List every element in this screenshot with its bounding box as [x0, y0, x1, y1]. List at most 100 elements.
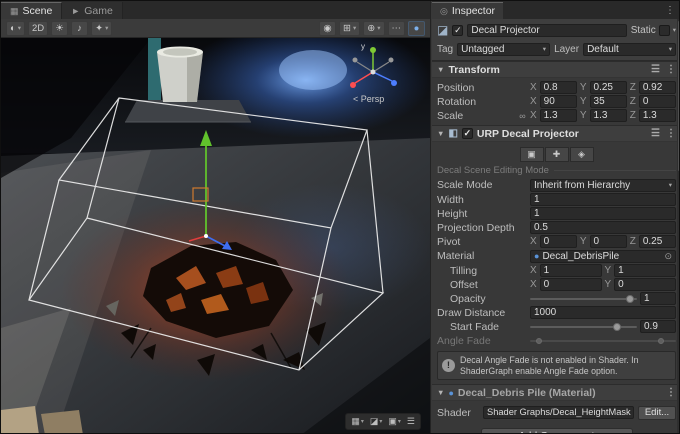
pivot-row: Pivot X 0 Y 0 Z 0.25	[437, 235, 676, 248]
transform-header[interactable]: ▼ Transform ☰ ⋮	[432, 61, 680, 78]
inspector-tabstrip: ◎ Inspector ⋮	[432, 1, 680, 19]
inspector-menu-icon[interactable]: ⋮	[659, 5, 680, 16]
chevron-down-icon: ▾	[673, 26, 676, 34]
presets-icon[interactable]: ☰	[651, 128, 660, 139]
static-label: Static	[631, 25, 656, 36]
offset-x-field[interactable]: 0	[540, 278, 602, 291]
slider-handle[interactable]	[613, 323, 621, 331]
material-section-header[interactable]: ▼ ● Decal_Debris Pile (Material) ⋮	[432, 384, 680, 401]
draw-distance-row: Draw Distance 1000	[437, 306, 676, 319]
chevron-down-icon: ▾	[543, 44, 546, 55]
draw-distance-field[interactable]: 1000	[530, 306, 676, 319]
slider-handle[interactable]	[626, 295, 634, 303]
material-object-field[interactable]: ● Decal_DebrisPile ⊙	[530, 250, 676, 263]
grid-settings-dropdown[interactable]: ⊞ ▾	[339, 21, 360, 36]
scene-overlay-button[interactable]: ●	[408, 21, 425, 36]
edit-scale-button[interactable]: ▣	[520, 147, 544, 162]
edit-mode-buttons: ▣ ✚ ◈	[437, 146, 676, 162]
decal-projector-header[interactable]: ▼ ◧ ✓ URP Decal Projector ☰ ⋮	[432, 125, 680, 142]
overlay-camera-dropdown[interactable]: ▣ ▾	[388, 416, 401, 427]
static-checkbox[interactable]	[659, 25, 670, 36]
shader-edit-button[interactable]: Edit...	[638, 406, 676, 420]
shader-value: Shader Graphs/Decal_HeightMask	[487, 407, 631, 418]
pivot-label: Pivot	[437, 236, 527, 248]
scale-mode-row: Scale Mode Inherit from Hierarchy ▾	[437, 178, 676, 192]
tag-value: Untagged	[461, 44, 504, 55]
scene-lighting-toggle[interactable]: ☀	[51, 21, 68, 36]
offset-y-field[interactable]: 0	[614, 278, 676, 291]
start-fade-field[interactable]: 0.9	[640, 320, 676, 333]
material-value: Decal_DebrisPile	[542, 251, 619, 262]
scene-effects-dropdown[interactable]: ✦ ▾	[91, 21, 112, 36]
overlay-menu-button[interactable]: ☰	[407, 416, 415, 427]
pivot-z-field[interactable]: 0.25	[639, 235, 676, 248]
chevron-down-icon: ▾	[105, 24, 108, 32]
component-enabled-checkbox[interactable]: ✓	[462, 128, 473, 139]
scene-audio-toggle[interactable]: ♪	[71, 21, 88, 36]
overlay-debug-dropdown[interactable]: ◪ ▾	[370, 416, 383, 427]
scene-viewport[interactable]: y < Persp ▦ ▾ ◪ ▾ ▣	[1, 38, 430, 434]
gizmos-dropdown[interactable]: ⊕ ▾	[363, 21, 384, 36]
scene-more-button[interactable]: ⋯	[388, 21, 406, 36]
width-field[interactable]: 1	[530, 193, 676, 206]
overlay-shading-dropdown[interactable]: ▦ ▾	[351, 416, 364, 427]
position-z-field[interactable]: 0.92	[639, 81, 676, 94]
layer-value: Default	[587, 44, 619, 55]
link-scale-icon[interactable]: ∞	[518, 111, 527, 121]
height-field[interactable]: 1	[530, 207, 676, 220]
tilling-y-field[interactable]: 1	[614, 264, 676, 277]
pivot-x-field[interactable]: 0	[540, 235, 577, 248]
start-fade-slider[interactable]	[530, 321, 637, 333]
position-y-field[interactable]: 0.25	[590, 81, 627, 94]
foldout-icon[interactable]: ▼	[437, 65, 444, 74]
draw-mode-dropdown[interactable]: ◐ ▾	[6, 21, 25, 36]
projection-depth-field[interactable]: 0.5	[530, 221, 676, 234]
opacity-slider[interactable]	[530, 293, 637, 305]
axis-y-label: Y	[580, 96, 587, 107]
rotation-y-field[interactable]: 35	[590, 95, 627, 108]
grid-icon: ⊞	[343, 23, 351, 34]
scale-mode-dropdown[interactable]: Inherit from Hierarchy ▾	[530, 179, 676, 192]
chevron-down-icon: ▾	[353, 24, 356, 32]
tab-inspector[interactable]: ◎ Inspector	[432, 2, 503, 19]
tilling-x-field[interactable]: 1	[540, 264, 602, 277]
tab-game[interactable]: ► Game	[62, 2, 123, 19]
draw-mode-icon: ◐	[10, 23, 16, 34]
foldout-icon[interactable]: ▼	[437, 388, 444, 397]
position-x-field[interactable]: 0.8	[540, 81, 577, 94]
overlay-shading-icon: ▦	[351, 416, 360, 427]
active-checkbox[interactable]: ✓	[452, 25, 463, 36]
object-picker-icon[interactable]: ⊙	[664, 251, 672, 262]
tab-scene[interactable]: ▦ Scene	[1, 2, 62, 19]
pivot-y-field[interactable]: 0	[590, 235, 627, 248]
inspector-tab-label: Inspector	[452, 5, 495, 17]
rotation-z-field[interactable]: 0	[639, 95, 676, 108]
gizmo-persp-label[interactable]: < Persp	[353, 94, 384, 104]
tag-dropdown[interactable]: Untagged ▾	[457, 43, 550, 56]
static-toggle[interactable]: Static ▾	[631, 25, 676, 36]
kebab-icon[interactable]: ⋮	[666, 387, 676, 398]
edit-pivot-button[interactable]: ✚	[545, 147, 569, 162]
rotation-x-field[interactable]: 90	[540, 95, 577, 108]
layer-dropdown[interactable]: Default ▾	[583, 43, 676, 56]
gameobject-name-field[interactable]: Decal Projector	[467, 24, 626, 37]
scale-y-field[interactable]: 1.3	[590, 109, 627, 122]
opacity-field[interactable]: 1	[640, 292, 676, 305]
angle-fade-warning: ! Decal Angle Fade is not enabled in Sha…	[437, 351, 676, 380]
add-component-button[interactable]: Add Component	[481, 428, 633, 434]
edit-uv-button[interactable]: ◈	[570, 147, 594, 162]
toggle-2d-button[interactable]: 2D	[28, 21, 48, 36]
scene-visibility-toggle[interactable]: ◉	[319, 21, 336, 36]
scale-z-field[interactable]: 1.3	[639, 109, 676, 122]
kebab-icon[interactable]: ⋮	[666, 128, 676, 139]
presets-icon[interactable]: ☰	[651, 64, 660, 75]
warning-text: Decal Angle Fade is not enabled in Shade…	[460, 355, 671, 376]
tilling-label: Tilling	[437, 265, 527, 277]
decal-projector-body: ▣ ✚ ◈ Decal Scene Editing Mode Scale Mod…	[432, 142, 680, 384]
foldout-icon[interactable]: ▼	[437, 129, 444, 138]
material-section-title: Decal_Debris Pile (Material)	[458, 387, 596, 399]
kebab-icon[interactable]: ⋮	[666, 64, 676, 75]
scale-x-field[interactable]: 1.3	[540, 109, 577, 122]
viewport-overlay-toolbar: ▦ ▾ ◪ ▾ ▣ ▾ ☰	[345, 413, 421, 430]
shader-dropdown[interactable]: Shader Graphs/Decal_HeightMask ▾	[483, 406, 634, 419]
